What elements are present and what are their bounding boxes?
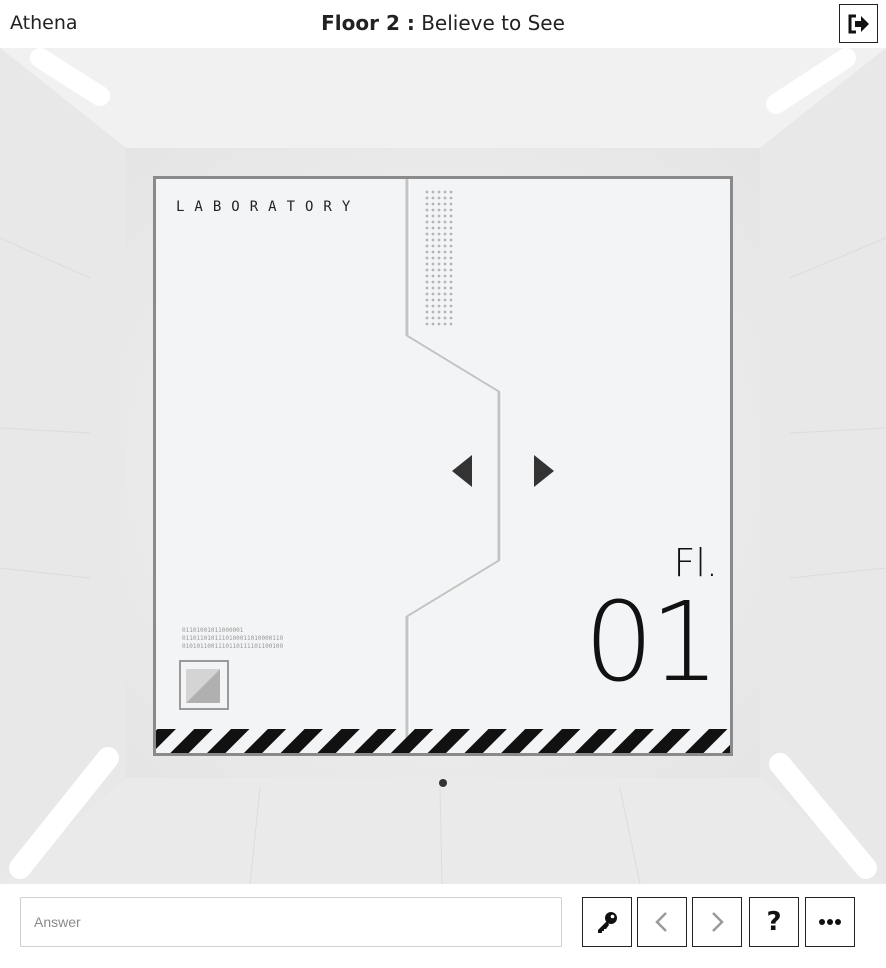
exit-button[interactable] [839, 4, 878, 43]
next-button[interactable] [692, 897, 742, 947]
prev-button[interactable] [637, 897, 687, 947]
more-button[interactable] [805, 897, 855, 947]
help-button[interactable]: ? [749, 897, 799, 947]
key-icon [598, 912, 617, 933]
floor-number: 01 [584, 578, 720, 706]
sign-out-icon [848, 14, 869, 33]
page-indicator-dot[interactable] [439, 779, 447, 787]
chevron-left-icon [655, 912, 667, 932]
answer-bar: ? [0, 884, 886, 968]
top-bar: Athena Floor 2 : Believe to See [0, 0, 886, 48]
page-title: Floor 2 : Believe to See [0, 11, 886, 35]
answer-input[interactable] [20, 897, 562, 947]
triangle-left-icon[interactable] [452, 455, 472, 487]
key-button[interactable] [582, 897, 632, 947]
more-icon [819, 919, 841, 925]
binary-text: 01101001011000001 0110110101110100011010… [182, 627, 284, 650]
question-icon: ? [766, 907, 782, 937]
floor-label: Floor 2 : [321, 11, 415, 35]
triangle-right-icon[interactable] [534, 455, 554, 487]
chevron-right-icon [712, 912, 724, 932]
lab-label: LABORATORY [176, 199, 361, 215]
puzzle-image: LABORATORY 01101001011000001 01101101011… [153, 176, 733, 756]
puzzle-name: Believe to See [421, 11, 565, 35]
